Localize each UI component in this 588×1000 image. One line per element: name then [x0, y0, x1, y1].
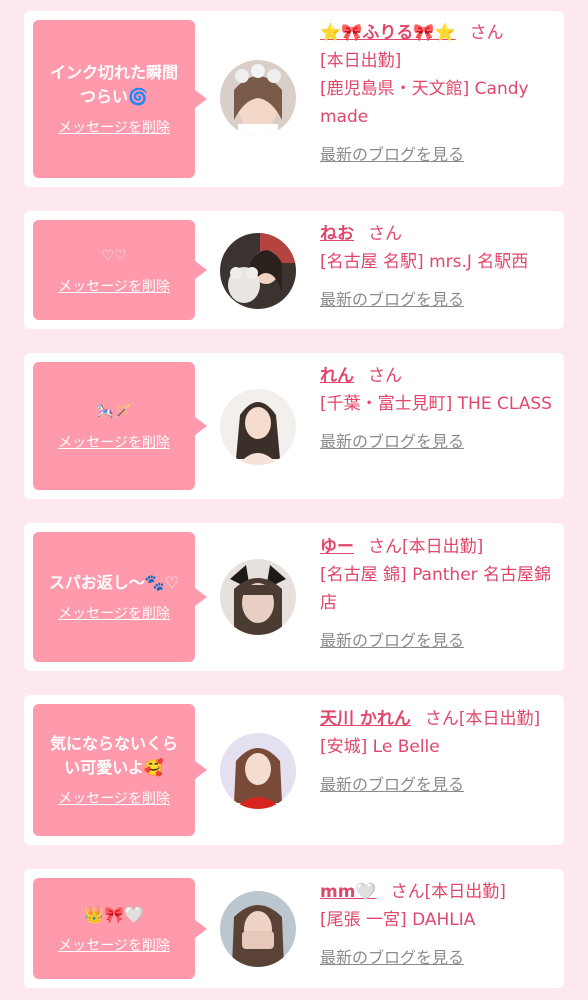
delete-message-link[interactable]: メッセージを削除 [58, 276, 170, 296]
honorific: さん [390, 882, 425, 902]
avatar[interactable] [220, 733, 296, 809]
message-bubble: ♡♡ メッセージを削除 [33, 220, 207, 320]
message-bubble: 気にならないくら い可愛いよ🥰 メッセージを削除 [33, 704, 207, 836]
avatar[interactable] [220, 60, 296, 136]
delete-message-link[interactable]: メッセージを削除 [58, 935, 170, 955]
message-bubble: 🎠🪄 メッセージを削除 [33, 362, 207, 490]
honorific: さん [424, 709, 459, 729]
message-bubble: 👑🎀🤍 メッセージを削除 [33, 878, 207, 979]
name-suffix: [本日出勤] [458, 709, 541, 729]
message-text: ♡♡ [101, 248, 127, 264]
avatar[interactable] [220, 233, 296, 309]
shop-location: [千葉・富士見町] THE CLASS [320, 394, 552, 414]
avatar[interactable] [220, 389, 296, 465]
cast-info: ⭐🎀ふりる🎀⭐ さん [本日出勤] [鹿児島県・天文館] Candy made 最… [320, 19, 556, 169]
message-card: スパお返し〜🐾♡ メッセージを削除 ゆー さん[本日出勤] [名古屋 錦] Pan… [24, 523, 564, 671]
shop-location: [名古屋 錦] Panther 名古屋錦店 [320, 565, 552, 613]
delete-message-link[interactable]: メッセージを削除 [58, 432, 170, 452]
latest-blog-link[interactable]: 最新のブログを見る [320, 944, 556, 972]
message-bubble: スパお返し〜🐾♡ メッセージを削除 [33, 532, 207, 662]
delete-message-link[interactable]: メッセージを削除 [58, 117, 170, 137]
message-text: 👑🎀🤍 [84, 904, 144, 924]
shop-location: [名古屋 名駅] mrs.J 名駅西 [320, 252, 529, 272]
cast-name-link[interactable]: ねお [320, 224, 354, 244]
delete-message-link[interactable]: メッセージを削除 [58, 603, 170, 623]
cast-info: ゆー さん[本日出勤] [名古屋 錦] Panther 名古屋錦店 最新のブログを… [320, 533, 556, 655]
cast-info: れん さん [千葉・富士見町] THE CLASS 最新のブログを見る [320, 362, 556, 456]
latest-blog-link[interactable]: 最新のブログを見る [320, 428, 556, 456]
message-card: インク切れた瞬間 つらい🌀 メッセージを削除 ⭐🎀ふりる🎀⭐ さん [本日出勤] … [24, 11, 564, 187]
honorific: さん [368, 224, 402, 244]
cast-name-link[interactable]: れん [320, 366, 354, 386]
shop-location: [尾張 一宮] DAHLIA [320, 910, 476, 930]
message-card: ♡♡ メッセージを削除 ねお さん [名古屋 名駅] mrs.J 名駅西 最新のブ… [24, 211, 564, 329]
message-card: 👑🎀🤍 メッセージを削除 mm🤍 さん[本日出勤] [尾張 一宮] DAHLIA … [24, 869, 564, 988]
shop-location: [鹿児島県・天文館] Candy made [320, 79, 529, 127]
message-text: 気にならないくら い可愛いよ🥰 [49, 734, 178, 777]
honorific: さん [368, 366, 402, 386]
message-text: 🎠🪄 [96, 404, 132, 420]
latest-blog-link[interactable]: 最新のブログを見る [320, 141, 556, 169]
message-card: 気にならないくら い可愛いよ🥰 メッセージを削除 天川 かれん さん[本日出勤] … [24, 695, 564, 845]
latest-blog-link[interactable]: 最新のブログを見る [320, 627, 556, 655]
cast-name-link[interactable]: ⭐🎀ふりる🎀⭐ [320, 23, 456, 43]
cast-info: ねお さん [名古屋 名駅] mrs.J 名駅西 最新のブログを見る [320, 220, 556, 314]
name-suffix: [本日出勤] [402, 537, 484, 557]
avatar[interactable] [220, 891, 296, 967]
cast-info: 天川 かれん さん[本日出勤] [安城] Le Belle 最新のブログを見る [320, 705, 556, 799]
cast-info: mm🤍 さん[本日出勤] [尾張 一宮] DAHLIA 最新のブログを見る [320, 878, 556, 972]
message-text: スパお返し〜🐾♡ [48, 573, 180, 592]
latest-blog-link[interactable]: 最新のブログを見る [320, 771, 556, 799]
avatar[interactable] [220, 559, 296, 635]
cast-name-link[interactable]: 天川 かれん [320, 709, 411, 729]
name-suffix: [本日出勤] [424, 882, 506, 902]
latest-blog-link[interactable]: 最新のブログを見る [320, 286, 556, 314]
message-card: 🎠🪄 メッセージを削除 れん さん [千葉・富士見町] THE CLASS 最新の… [24, 353, 564, 499]
honorific: さん [469, 23, 504, 43]
attendance-status: [本日出勤] [320, 51, 402, 71]
honorific: さん [368, 537, 402, 557]
message-bubble: インク切れた瞬間 つらい🌀 メッセージを削除 [33, 20, 207, 178]
cast-name-link[interactable]: mm🤍 [320, 882, 377, 902]
message-text: インク切れた瞬間 つらい🌀 [49, 63, 178, 106]
shop-location: [安城] Le Belle [320, 737, 440, 757]
cast-name-link[interactable]: ゆー [320, 537, 354, 557]
delete-message-link[interactable]: メッセージを削除 [58, 788, 170, 808]
